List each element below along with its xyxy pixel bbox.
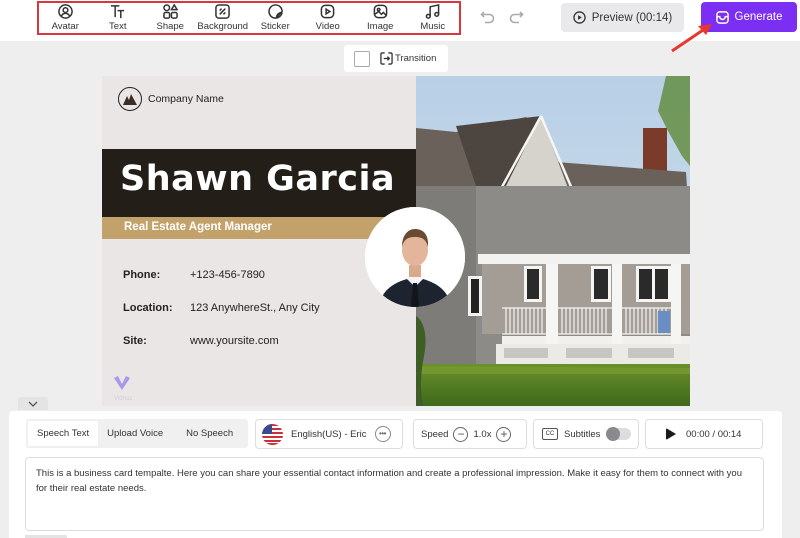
speech-text-input[interactable]: This is a business card tempalte. Here y… — [25, 457, 764, 531]
contact-value: www.yoursite.com — [190, 335, 279, 347]
collapse-panel-button[interactable] — [18, 397, 48, 410]
watermark-logo: Vidnoz — [114, 376, 132, 402]
voice-selector[interactable]: English(US) - Eric ••• — [255, 419, 403, 449]
company-name: Company Name — [148, 93, 224, 105]
contact-site[interactable]: Site: www.yoursite.com — [123, 335, 279, 347]
tool-label: Video — [315, 21, 340, 32]
tool-music[interactable]: Music — [407, 4, 459, 32]
undo-icon — [480, 11, 495, 24]
us-flag-icon — [262, 423, 283, 445]
sticker-icon — [268, 4, 283, 19]
speed-control: Speed − 1.0x + — [413, 419, 527, 449]
redo-button[interactable] — [508, 10, 526, 26]
tool-label: Text — [109, 21, 127, 32]
undo-button[interactable] — [480, 10, 498, 26]
tab-no-speech[interactable]: No Speech — [172, 421, 242, 446]
contact-key: Site: — [123, 335, 147, 347]
generate-label: Generate — [734, 11, 783, 23]
tool-text[interactable]: Text — [92, 4, 144, 32]
voice-label: English(US) - Eric — [291, 428, 367, 440]
company-block[interactable]: Company Name — [118, 87, 224, 111]
play-icon[interactable] — [666, 428, 676, 440]
tab-speech-text[interactable]: Speech Text — [28, 421, 99, 446]
job-title[interactable]: Real Estate Agent Manager — [124, 221, 272, 233]
chevron-down-icon — [28, 401, 38, 407]
subtitles-toggle[interactable] — [606, 427, 632, 441]
speed-value: 1.0x — [473, 428, 492, 440]
mountain-logo-icon — [118, 87, 142, 111]
play-circle-icon — [572, 11, 586, 24]
text-icon — [111, 5, 125, 19]
playback-time: 00:00 / 00:14 — [686, 428, 742, 440]
background-icon — [215, 4, 231, 19]
contact-key: Location: — [123, 302, 173, 314]
tool-label: Image — [367, 21, 394, 32]
tool-background[interactable]: Background — [197, 4, 249, 32]
subtitles-label: Subtitles — [564, 428, 601, 440]
speech-panel: Speech Text Upload Voice No Speech Engli… — [9, 411, 782, 538]
shape-icon — [162, 4, 178, 19]
redo-icon — [509, 11, 524, 24]
contact-location[interactable]: Location: 123 AnywhereSt., Any City — [123, 302, 320, 314]
transition-icon — [380, 52, 393, 65]
tool-label: Sticker — [260, 21, 290, 32]
closed-caption-icon: CC — [542, 428, 558, 440]
annotation-arrow — [671, 24, 712, 53]
contact-key: Phone: — [123, 269, 161, 281]
audio-player: 00:00 / 00:14 — [645, 419, 763, 449]
transition-label: Transition — [395, 53, 437, 64]
preview-label: Preview (00:14) — [591, 11, 673, 24]
agent-avatar-photo[interactable] — [365, 207, 465, 307]
subtitles-control: CC Subtitles — [533, 419, 639, 449]
speech-mode-tabs: Speech Text Upload Voice No Speech — [26, 419, 248, 448]
transition-control: Transition — [344, 45, 448, 72]
watermark-text: Vidnoz — [114, 396, 133, 402]
transition-button[interactable]: Transition — [380, 52, 436, 65]
person-name[interactable]: Shawn Garcia — [120, 159, 395, 199]
transition-checkbox[interactable] — [354, 50, 370, 67]
avatar-icon — [57, 4, 73, 19]
tool-label: Background — [197, 21, 249, 32]
tool-shape[interactable]: Shape — [144, 4, 196, 32]
tool-image[interactable]: Image — [354, 4, 406, 32]
image-icon — [373, 4, 388, 19]
contact-phone[interactable]: Phone: +123-456-7890 — [123, 269, 265, 281]
tool-avatar[interactable]: Avatar — [39, 4, 91, 32]
business-card-canvas[interactable]: Company Name Shawn Garcia Real Estate Ag… — [102, 76, 690, 406]
element-toolbar: Avatar Text Shape Background Sticker Vid… — [37, 1, 461, 35]
contact-value: +123-456-7890 — [190, 269, 265, 281]
speed-decrease-button[interactable]: − — [453, 426, 469, 442]
tool-sticker[interactable]: Sticker — [249, 4, 301, 32]
music-icon — [425, 4, 440, 19]
video-icon — [320, 4, 335, 19]
speed-increase-button[interactable]: + — [496, 426, 512, 442]
contact-value: 123 AnywhereSt., Any City — [190, 302, 320, 314]
tool-label: Shape — [156, 21, 184, 32]
tool-label: Avatar — [51, 21, 79, 32]
speed-label: Speed — [421, 428, 449, 440]
tool-label: Music — [420, 21, 446, 32]
tool-video[interactable]: Video — [302, 4, 354, 32]
more-options-icon[interactable]: ••• — [374, 426, 391, 442]
tab-upload-voice[interactable]: Upload Voice — [98, 421, 172, 446]
preview-button[interactable]: Preview (00:14) — [561, 3, 684, 32]
